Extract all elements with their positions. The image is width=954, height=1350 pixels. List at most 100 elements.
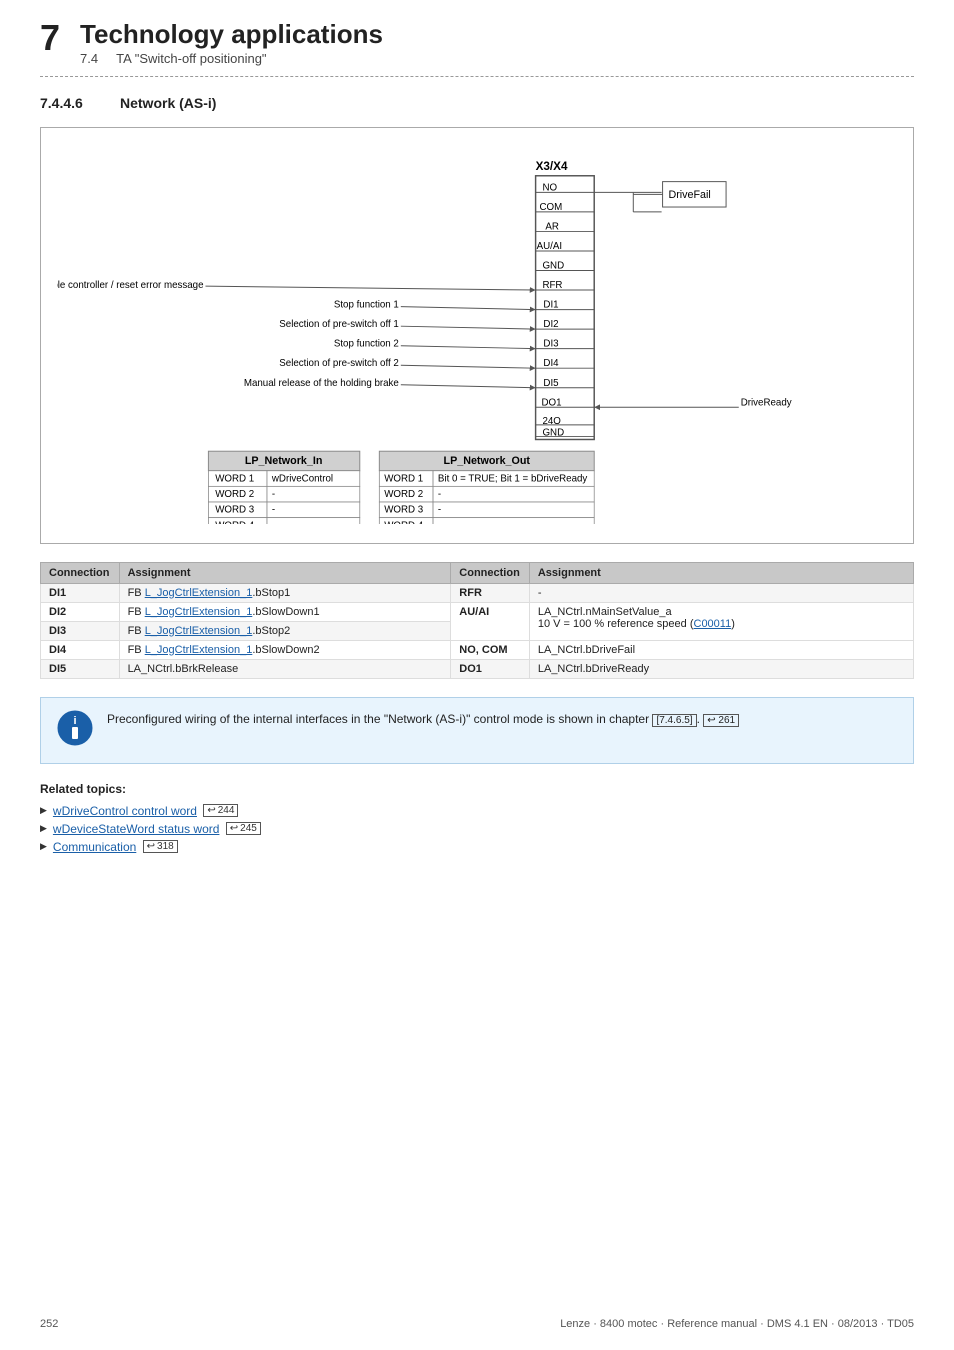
assign-di2: FB L_JogCtrlExtension_1.bSlowDown1: [119, 602, 451, 621]
related-topics: Related topics: wDriveControl control wo…: [40, 782, 914, 854]
lp-out-w3v: -: [438, 504, 441, 515]
section-divider: [40, 76, 914, 77]
col-header-assign-right: Assignment: [529, 562, 913, 583]
lp-in-w1v: wDriveControl: [271, 473, 333, 484]
footer-text: Lenze · 8400 motec · Reference manual · …: [560, 1318, 914, 1330]
related-topics-title: Related topics:: [40, 782, 914, 796]
assign-rfr: -: [529, 583, 913, 602]
label-di2: Selection of pre-switch off 1: [279, 319, 399, 330]
conn-di1: DI1: [41, 583, 120, 602]
conn-di5: DI5: [41, 659, 120, 678]
label-di5: Manual release of the holding brake: [244, 377, 399, 388]
table-row: DI2 FB L_JogCtrlExtension_1.bSlowDown1 A…: [41, 602, 914, 621]
connection-table: Connection Assignment Connection Assignm…: [40, 562, 914, 679]
label-di4: Selection of pre-switch off 2: [279, 358, 399, 369]
lp-out-w1: WORD 1: [384, 473, 423, 484]
lp-in-w1: WORD 1: [215, 473, 254, 484]
chapter-title-block: Technology applications 7.4 TA "Switch-o…: [80, 20, 383, 66]
conn-rfr: RFR: [451, 583, 530, 602]
related-item-3: Communication 318: [40, 840, 914, 854]
section-heading: 7.4.4.6 Network (AS-i): [40, 95, 914, 111]
terminal-NO: NO: [542, 182, 557, 193]
terminal-DI5: DI5: [543, 377, 559, 388]
diagram-svg: X3/X4 NO COM AR AU/AI GND RFR DI1 DI2 DI…: [57, 144, 897, 524]
assign-di3: FB L_JogCtrlExtension_1.bStop2: [119, 621, 451, 640]
terminal-GND1: GND: [542, 260, 564, 271]
conn-do1: DO1: [451, 659, 530, 678]
section-title: Network (AS-i): [120, 95, 216, 111]
terminal-RFR: RFR: [542, 280, 562, 291]
label-di3: Stop function 2: [334, 338, 399, 349]
terminal-DO1: DO1: [541, 397, 561, 408]
svg-text:i: i: [73, 715, 76, 727]
conn-di2: DI2: [41, 602, 120, 621]
page-number: 252: [40, 1318, 58, 1330]
info-box: i Preconfigured wiring of the internal i…: [40, 697, 914, 764]
chapter-number: 7: [40, 20, 60, 56]
page-header: 7 Technology applications 7.4 TA "Switch…: [40, 20, 914, 66]
terminal-24O: 24O: [542, 415, 561, 426]
lp-in-w4v: -: [272, 520, 275, 524]
terminal-block-label: X3/X4: [536, 160, 568, 173]
label-rfr: Enable controller / reset error message: [57, 280, 204, 291]
terminal-AR: AR: [545, 221, 559, 232]
lp-in-header: LP_Network_In: [245, 455, 323, 467]
assign-nocom: LA_NCtrl.bDriveFail: [529, 640, 913, 659]
subtitle-text: TA "Switch-off positioning": [116, 51, 266, 66]
terminal-GND2: GND: [542, 427, 564, 438]
lp-out-w4v: -: [438, 520, 441, 524]
ref-245: 245: [226, 822, 261, 835]
table-row: DI4 FB L_JogCtrlExtension_1.bSlowDown2 N…: [41, 640, 914, 659]
lp-out-w4: WORD 4: [384, 520, 424, 524]
col-header-conn-left: Connection: [41, 562, 120, 583]
info-icon: i: [57, 710, 93, 751]
terminal-DI3: DI3: [543, 338, 558, 349]
lp-in-w2: WORD 2: [215, 489, 254, 500]
lp-out-w3: WORD 3: [384, 504, 423, 515]
ref-244: 244: [203, 804, 238, 817]
lp-in-w4: WORD 4: [215, 520, 255, 524]
table-row: DI1 FB L_JogCtrlExtension_1.bStop1 RFR -: [41, 583, 914, 602]
lp-out-w2v: -: [438, 489, 441, 500]
info-svg: i: [57, 710, 93, 746]
link-communication[interactable]: Communication: [53, 840, 136, 854]
terminal-DI4: DI4: [543, 358, 559, 369]
terminal-COM: COM: [540, 202, 563, 213]
col-header-conn-right: Connection: [451, 562, 530, 583]
lp-in-w2v: -: [272, 489, 275, 500]
conn-auai: AU/AI: [451, 602, 530, 640]
section-number: 7.4.4.6: [40, 95, 100, 111]
label-di1: Stop function 1: [334, 299, 399, 310]
chapter-subtitle: 7.4 TA "Switch-off positioning": [80, 51, 383, 66]
link-wdevicestateword[interactable]: wDeviceStateWord status word: [53, 822, 220, 836]
assign-di4: FB L_JogCtrlExtension_1.bSlowDown2: [119, 640, 451, 659]
conn-nocom: NO, COM: [451, 640, 530, 659]
col-header-assign-left: Assignment: [119, 562, 451, 583]
drivefail-label: DriveFail: [668, 189, 710, 201]
link-wdrivecontrol[interactable]: wDriveControl control word: [53, 804, 197, 818]
subtitle-ref: 7.4: [80, 51, 98, 66]
terminal-DI2: DI2: [543, 319, 558, 330]
table-row: DI5 LA_NCtrl.bBrkRelease DO1 LA_NCtrl.bD…: [41, 659, 914, 678]
lp-in-w3: WORD 3: [215, 504, 254, 515]
terminal-AUAI: AU/AI: [537, 241, 562, 252]
assign-auai: LA_NCtrl.nMainSetValue_a10 V = 100 % ref…: [529, 602, 913, 640]
lp-out-header: LP_Network_Out: [444, 455, 531, 467]
assign-di1: FB L_JogCtrlExtension_1.bStop1: [119, 583, 451, 602]
label-driveready: DriveReady: [741, 397, 792, 408]
page-footer: 252 Lenze · 8400 motec · Reference manua…: [0, 1318, 954, 1330]
lp-in-w3v: -: [272, 504, 275, 515]
assign-do1: LA_NCtrl.bDriveReady: [529, 659, 913, 678]
lp-out-w1v: Bit 0 = TRUE; Bit 1 = bDriveReady: [438, 473, 588, 484]
chapter-title: Technology applications: [80, 20, 383, 49]
related-item-1: wDriveControl control word 244: [40, 804, 914, 818]
ref-318: 318: [143, 840, 178, 853]
wiring-diagram: X3/X4 NO COM AR AU/AI GND RFR DI1 DI2 DI…: [40, 127, 914, 544]
assign-di5: LA_NCtrl.bBrkRelease: [119, 659, 451, 678]
lp-out-w2: WORD 2: [384, 489, 423, 500]
conn-di4: DI4: [41, 640, 120, 659]
terminal-DI1: DI1: [543, 299, 558, 310]
conn-di3: DI3: [41, 621, 120, 640]
related-item-2: wDeviceStateWord status word 245: [40, 822, 914, 836]
connection-table-wrapper: Connection Assignment Connection Assignm…: [40, 562, 914, 679]
